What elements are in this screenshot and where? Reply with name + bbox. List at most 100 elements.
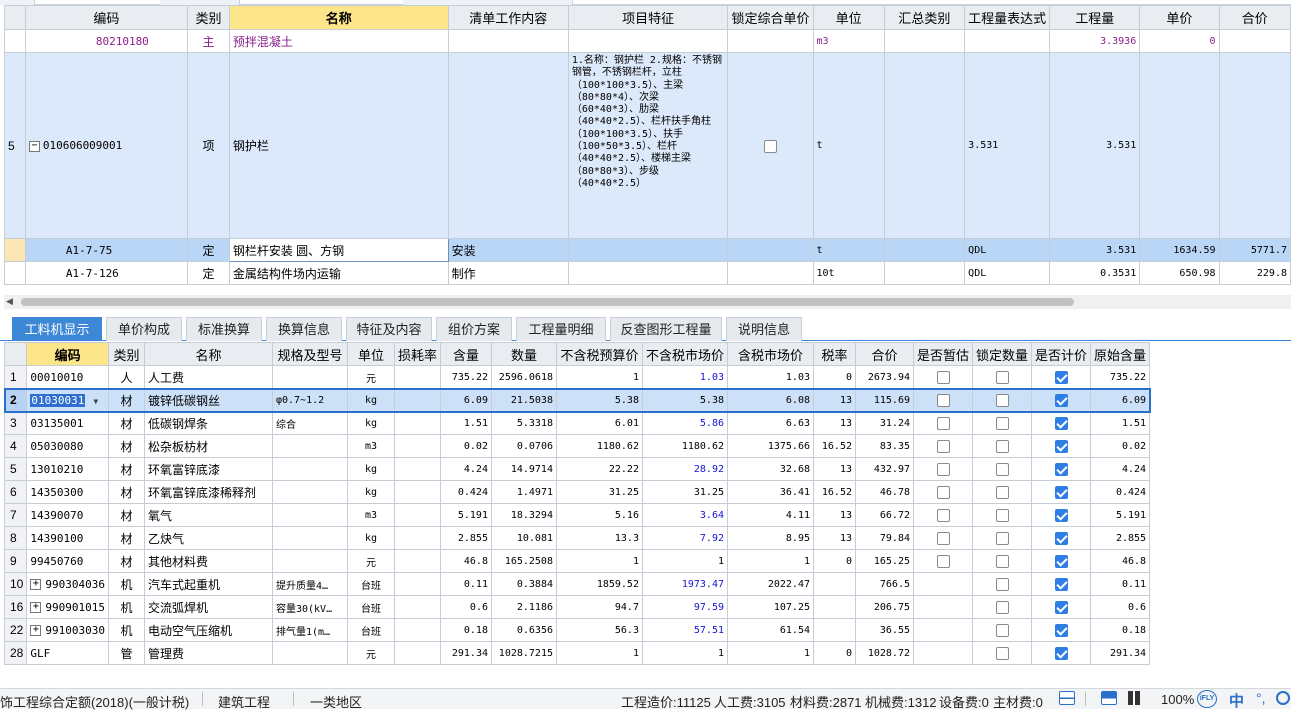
loss-cell[interactable] — [393, 526, 441, 550]
tax-rate-cell[interactable]: 13 — [813, 457, 856, 481]
lock-qty-checkbox[interactable] — [995, 394, 1009, 408]
code-cell[interactable]: 14390070 — [26, 503, 109, 527]
name-cell[interactable]: 汽车式起重机 — [143, 572, 273, 596]
unit-cell[interactable]: t — [812, 52, 885, 239]
ime-mode[interactable]: 中 — [1229, 690, 1244, 711]
content-cell[interactable]: 0.18 — [439, 618, 492, 642]
spec-cell[interactable] — [271, 365, 348, 389]
market-price-cell[interactable]: 7.92 — [641, 526, 729, 550]
priced-cell[interactable] — [1031, 480, 1092, 504]
bill-row[interactable]: 5 −010606009001 项 钢护栏 1.名称：钢护栏 2.规格：不锈钢钢… — [4, 52, 1291, 239]
unit-cell[interactable]: m3 — [346, 434, 395, 458]
expr-cell[interactable]: QDL — [964, 238, 1051, 262]
estimate-cell[interactable] — [912, 411, 974, 435]
code-cell[interactable]: 05030080 — [26, 434, 109, 458]
col-header-budget[interactable]: 不含税预算价 — [555, 342, 643, 366]
qty-cell[interactable]: 0.3531 — [1049, 261, 1141, 285]
lock-qty-checkbox[interactable] — [995, 509, 1009, 523]
lock-cell[interactable] — [727, 261, 814, 285]
lock-qty-cell[interactable] — [972, 572, 1033, 596]
tax-market-price-cell[interactable]: 1375.66 — [727, 434, 814, 458]
loss-cell[interactable] — [393, 457, 441, 481]
qty-cell[interactable]: 0.6356 — [490, 618, 557, 642]
lock-qty-cell[interactable] — [972, 411, 1033, 435]
col-header-lock-qty[interactable]: 锁定数量 — [972, 342, 1033, 366]
lock-qty-checkbox[interactable] — [995, 578, 1009, 592]
col-header-expr[interactable]: 工程量表达式 — [964, 5, 1051, 30]
tax-rate-cell[interactable]: 13 — [813, 411, 856, 435]
code-cell[interactable]: +990901015 — [26, 595, 109, 619]
qty-cell[interactable]: 2.1186 — [490, 595, 557, 619]
priced-checkbox[interactable] — [1054, 601, 1068, 615]
priced-checkbox[interactable] — [1054, 394, 1068, 408]
estimate-checkbox[interactable] — [936, 417, 950, 431]
priced-cell[interactable] — [1031, 457, 1092, 481]
lock-qty-cell[interactable] — [972, 641, 1033, 665]
quota-label[interactable]: 饰工程综合定额(2018)(一般计税) — [0, 692, 189, 711]
lock-qty-checkbox[interactable] — [995, 532, 1009, 546]
qty-cell[interactable]: 5.3318 — [490, 411, 557, 435]
tax-market-price-cell[interactable]: 36.41 — [727, 480, 814, 504]
col-header-feature[interactable]: 项目特征 — [567, 5, 729, 30]
tab-reverse-graphic[interactable]: 反查图形工程量 — [610, 317, 722, 341]
content-cell[interactable]: 5.191 — [439, 503, 492, 527]
priced-checkbox[interactable] — [1054, 509, 1068, 523]
code-cell[interactable]: 01030031 ▼ — [26, 388, 109, 412]
bill-row-selected[interactable]: A1-7-75 定 钢栏杆安装 圆、方钢 安装 t QDL 3.531 1634… — [4, 238, 1291, 262]
code-cell[interactable]: A1-7-126 — [24, 261, 189, 285]
unit-cell[interactable]: m3 — [346, 503, 395, 527]
lock-qty-checkbox[interactable] — [995, 440, 1009, 454]
spec-cell[interactable]: 综合 — [271, 411, 348, 435]
code-cell[interactable]: GLF — [26, 641, 109, 665]
unit-cell[interactable]: kg — [346, 457, 395, 481]
estimate-checkbox[interactable] — [936, 371, 950, 385]
market-price-cell[interactable]: 1180.62 — [641, 434, 729, 458]
lock-price-checkbox[interactable] — [763, 139, 777, 153]
col-header-type[interactable]: 类别 — [107, 342, 145, 366]
col-header-estimate[interactable]: 是否暂估 — [912, 342, 974, 366]
qty-cell[interactable]: 2596.0618 — [490, 365, 557, 389]
feature-cell[interactable] — [567, 261, 729, 285]
content-cell[interactable]: 6.09 — [439, 388, 492, 412]
lock-qty-cell[interactable] — [972, 457, 1033, 481]
code-cell[interactable]: 00010010 — [26, 365, 109, 389]
content-cell[interactable]: 0.11 — [439, 572, 492, 596]
loss-cell[interactable] — [393, 365, 441, 389]
content-cell[interactable]: 2.855 — [439, 526, 492, 550]
spec-cell[interactable] — [271, 457, 348, 481]
name-cell[interactable]: 金属结构件场内运输 — [228, 261, 449, 285]
tab-conversion-info[interactable]: 换算信息 — [266, 317, 342, 341]
code-cell[interactable]: +991003030 — [26, 618, 109, 642]
code-cell[interactable]: 99450760 — [26, 549, 109, 573]
priced-checkbox[interactable] — [1054, 647, 1068, 661]
name-cell[interactable]: 管理费 — [143, 641, 273, 665]
priced-cell[interactable] — [1031, 618, 1092, 642]
spec-cell[interactable] — [271, 503, 348, 527]
tax-rate-cell[interactable]: 16.52 — [813, 434, 856, 458]
name-cell[interactable]: 预拌混凝土 — [228, 29, 449, 53]
qty-cell[interactable]: 10.081 — [490, 526, 557, 550]
lock-qty-cell[interactable] — [972, 503, 1033, 527]
work-cell[interactable]: 制作 — [447, 261, 569, 285]
name-cell[interactable]: 乙炔气 — [143, 526, 273, 550]
code-cell[interactable]: +990304036 — [26, 572, 109, 596]
price-cell[interactable]: 650.98 — [1139, 261, 1220, 285]
qty-cell[interactable]: 3.531 — [1049, 238, 1141, 262]
content-cell[interactable]: 291.34 — [439, 641, 492, 665]
lock-cell[interactable] — [727, 238, 814, 262]
layout-split-icon[interactable] — [1101, 691, 1117, 705]
code-cell[interactable]: 14390100 — [26, 526, 109, 550]
col-header-total[interactable]: 合价 — [855, 342, 914, 366]
tab-quantity-detail[interactable]: 工程量明细 — [516, 317, 606, 341]
lock-qty-cell[interactable] — [972, 618, 1033, 642]
col-header-orig-content[interactable]: 原始含量 — [1090, 342, 1151, 366]
content-cell[interactable]: 1.51 — [439, 411, 492, 435]
content-cell[interactable]: 46.8 — [439, 549, 492, 573]
priced-cell[interactable] — [1031, 526, 1092, 550]
market-price-cell[interactable]: 28.92 — [641, 457, 729, 481]
name-cell[interactable]: 人工费 — [143, 365, 273, 389]
expand-icon[interactable]: + — [30, 625, 42, 636]
layout-columns-icon[interactable] — [1128, 691, 1140, 705]
resource-row[interactable]: 6 14350300 材环氧富锌底漆稀释剂 kg 0.424 1.4971 31.25 31.… — [3, 480, 1151, 504]
market-price-cell[interactable]: 5.38 — [641, 388, 729, 412]
